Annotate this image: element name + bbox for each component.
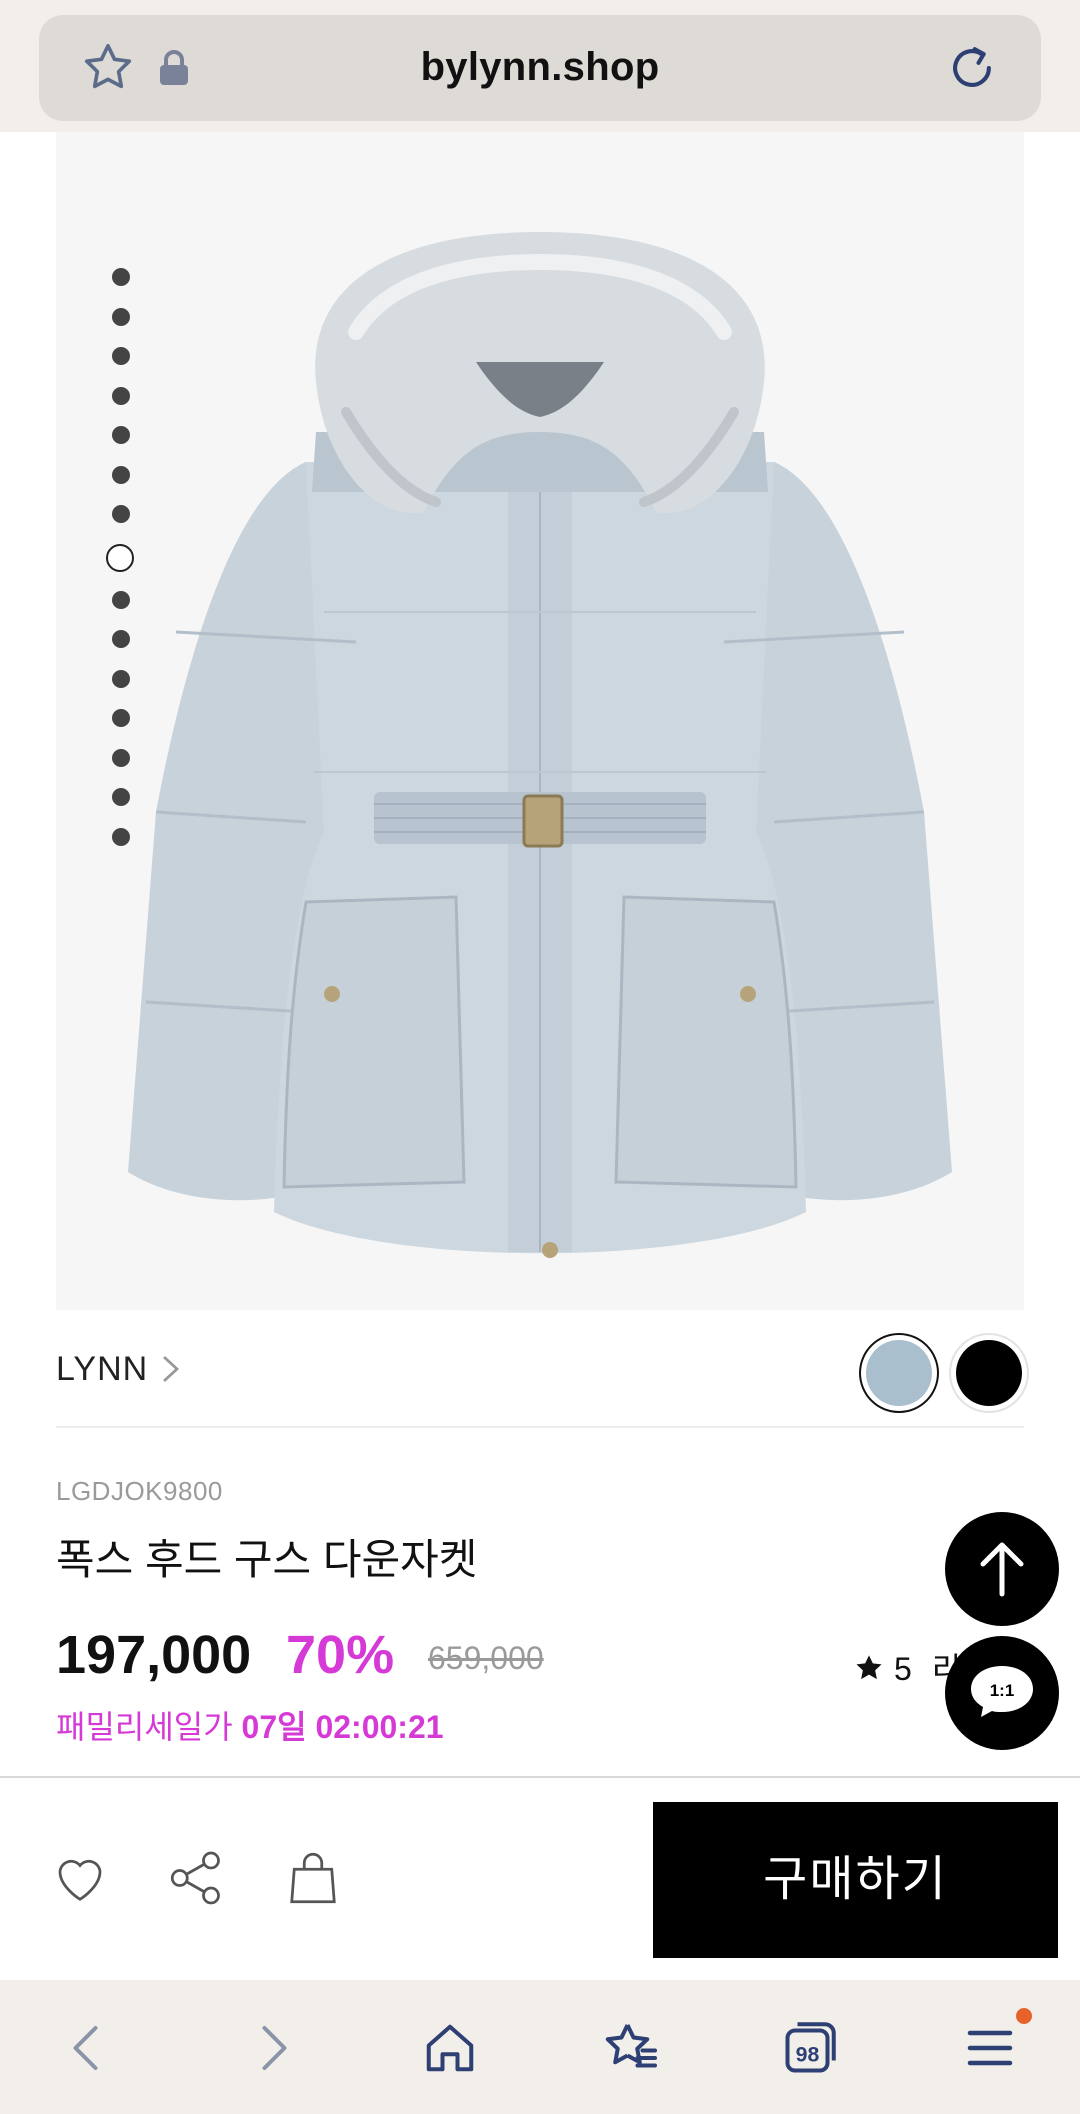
address-bar[interactable]: bylynn.shop: [39, 15, 1041, 121]
bookmarks-icon[interactable]: [600, 2018, 660, 2078]
chat-button[interactable]: 1:1: [945, 1636, 1059, 1750]
heart-icon[interactable]: [50, 1848, 110, 1908]
product-image[interactable]: [56, 132, 1024, 1310]
purchase-action-bar: 구매하기: [0, 1776, 1080, 1980]
page: bylynn.shop LYNN LGDJOK9800 폭스 후드 구스 다운자…: [0, 0, 1080, 2114]
scroll-top-button[interactable]: [945, 1512, 1059, 1626]
star-icon: [856, 1655, 882, 1680]
chat-bubble-icon: 1:1: [971, 1666, 1033, 1717]
gallery-dot[interactable]: [112, 709, 130, 727]
chevron-right-icon[interactable]: [160, 1354, 182, 1384]
color-swatch-light-blue[interactable]: [866, 1340, 932, 1406]
gallery-dot[interactable]: [112, 505, 130, 523]
reload-icon[interactable]: [945, 41, 999, 95]
home-icon[interactable]: [420, 2018, 480, 2078]
gallery-dot[interactable]: [112, 387, 130, 405]
discount-rate: 70%: [286, 1625, 395, 1685]
color-swatch-black[interactable]: [956, 1340, 1022, 1406]
shopping-bag-icon[interactable]: [283, 1848, 343, 1908]
browser-bottom-bar: 98: [0, 1980, 1080, 2114]
back-icon[interactable]: [58, 2018, 118, 2078]
brand-link[interactable]: LYNN: [56, 1350, 148, 1389]
gallery-dot[interactable]: [112, 466, 130, 484]
brand-row: LYNN: [56, 1310, 1024, 1428]
chat-label: 1:1: [990, 1681, 1015, 1700]
gallery-dot-active[interactable]: [106, 544, 134, 572]
arrow-up-icon: [980, 1542, 1024, 1597]
tabs-icon[interactable]: 98: [780, 2018, 840, 2078]
gallery-dot[interactable]: [112, 670, 130, 688]
browser-top-bar: bylynn.shop: [0, 0, 1080, 132]
gallery-dot[interactable]: [112, 308, 130, 326]
product-code: LGDJOK9800: [56, 1476, 223, 1506]
sale-label: 패밀리세일가: [56, 1709, 233, 1745]
url-text: bylynn.shop: [420, 45, 660, 89]
gallery-dot[interactable]: [112, 591, 130, 609]
forward-icon[interactable]: [242, 2018, 302, 2078]
original-price: 659,000: [428, 1640, 544, 1676]
gallery-dot[interactable]: [112, 749, 130, 767]
gallery-dot[interactable]: [112, 828, 130, 846]
gallery-dot[interactable]: [112, 630, 130, 648]
gallery-dot[interactable]: [112, 347, 130, 365]
menu-icon[interactable]: [960, 2018, 1020, 2078]
sale-price: 197,000: [56, 1625, 252, 1685]
sale-countdown: 07일 02:00:21: [241, 1709, 444, 1745]
gallery-dot[interactable]: [112, 426, 130, 444]
tab-count: 98: [796, 2042, 820, 2066]
notification-badge: [1016, 2008, 1032, 2024]
rating-value: 5: [894, 1651, 912, 1687]
product-title: 폭스 후드 구스 다운자켓: [56, 1536, 478, 1583]
gallery-dot[interactable]: [112, 788, 130, 806]
family-sale-timer: 패밀리세일가 07일 02:00:21: [56, 1702, 444, 1748]
share-icon[interactable]: [166, 1848, 226, 1908]
buy-button[interactable]: 구매하기: [653, 1802, 1058, 1958]
down-jacket-image: [128, 232, 952, 1258]
gallery-dot[interactable]: [112, 268, 130, 286]
